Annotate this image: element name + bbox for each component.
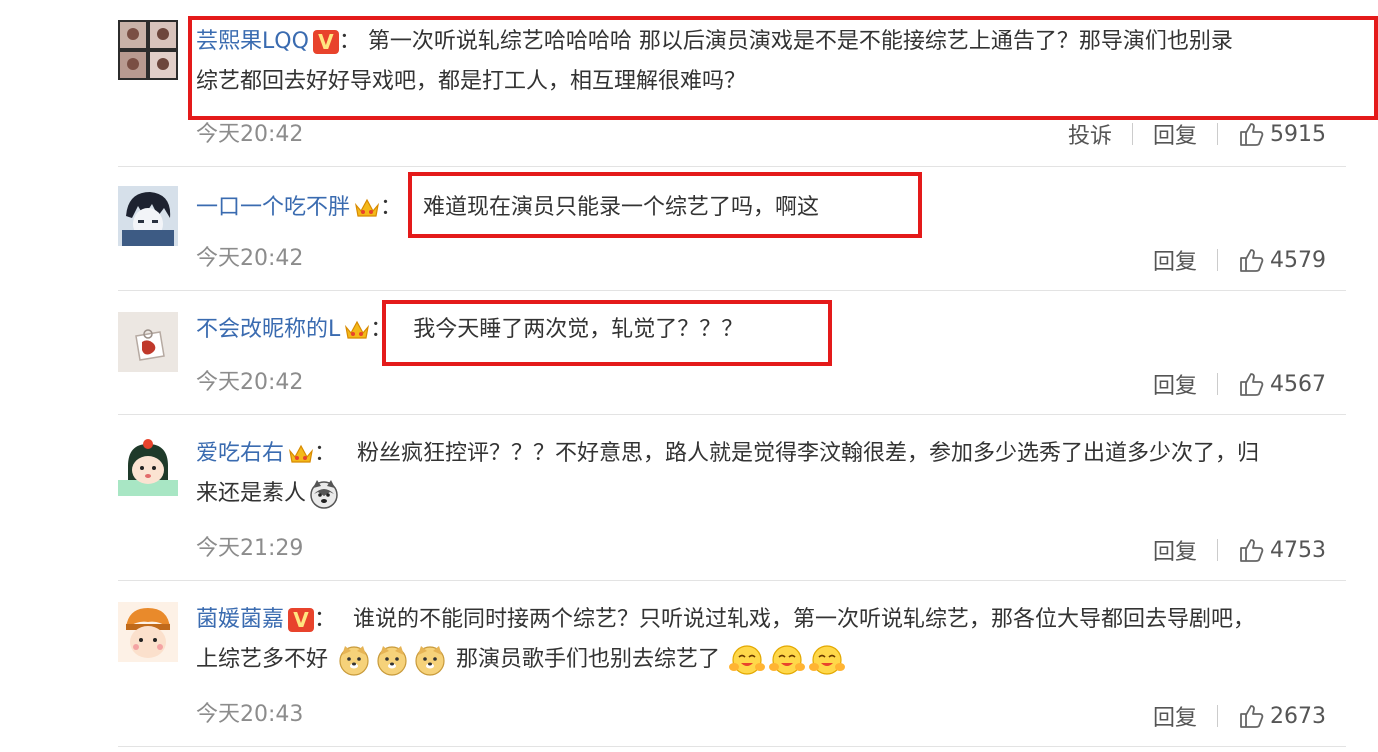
- crown-icon: [345, 320, 370, 339]
- avatar[interactable]: [118, 186, 178, 246]
- like-count: 4579: [1270, 247, 1326, 273]
- avatar[interactable]: [118, 602, 178, 662]
- separator: [1217, 123, 1218, 145]
- like-button[interactable]: 5915: [1238, 121, 1326, 147]
- timestamp: 今天20:43: [196, 702, 304, 727]
- crown-icon: [355, 198, 380, 217]
- husky-emoji-icon: [310, 480, 338, 509]
- separator: [1217, 539, 1218, 561]
- hug-emoji-icon: [769, 645, 806, 675]
- doge-emoji-icon: [415, 646, 445, 676]
- username-link[interactable]: 不会改昵称的L: [196, 317, 340, 342]
- avatar[interactable]: [118, 436, 178, 496]
- divider: [118, 414, 1346, 415]
- like-button[interactable]: 4753: [1238, 537, 1326, 563]
- username-link[interactable]: 一口一个吃不胖: [196, 195, 350, 220]
- comment-text: 谁说的不能同时接两个综艺？只听说过轧戏，第一次听说轧综艺，那各位大导都回去导剧吧…: [353, 607, 1256, 632]
- colon: ：: [314, 441, 337, 466]
- comment-text: 粉丝疯狂控评？？？不好意思，路人就是觉得李汶翰很差，参加多少选秀了出道多少次了，…: [357, 441, 1260, 466]
- thumbs-up-icon: [1240, 123, 1264, 146]
- comment-body: 菌媛菌嘉 V： 谁说的不能同时接两个综艺？只听说过轧戏，第一次听说轧综艺，那各位大…: [196, 600, 1255, 680]
- like-button[interactable]: 4567: [1238, 371, 1326, 397]
- highlight-box: [382, 300, 832, 366]
- verified-icon: V: [288, 608, 315, 632]
- thumbs-up-icon: [1240, 539, 1264, 562]
- thumbs-up-icon: [1240, 705, 1264, 728]
- username-link[interactable]: 菌媛菌嘉: [196, 607, 284, 632]
- colon: ：: [314, 607, 337, 632]
- comment-actions: 回复 4567: [1153, 368, 1326, 400]
- reply-button[interactable]: 回复: [1153, 368, 1197, 400]
- comment-body: 爱吃右右 ： 粉丝疯狂控评？？？不好意思，路人就是觉得李汶翰很差，参加多少选秀了出…: [196, 434, 1259, 514]
- thumbs-up-icon: [1240, 249, 1264, 272]
- doge-emoji-icon: [377, 646, 407, 676]
- colon: ：: [380, 195, 403, 220]
- comment-actions: 回复 2673: [1153, 700, 1326, 732]
- timestamp: 今天21:29: [196, 536, 304, 561]
- divider: [118, 746, 1346, 747]
- timestamp: 今天20:42: [196, 246, 304, 271]
- reply-button[interactable]: 回复: [1153, 534, 1197, 566]
- divider: [118, 290, 1346, 291]
- separator: [1217, 249, 1218, 271]
- comment-actions: 回复 4579: [1153, 244, 1326, 276]
- username-link[interactable]: 爱吃右右: [196, 441, 284, 466]
- comment-text-cont: 上综艺多不好: [196, 647, 329, 672]
- like-count: 4753: [1270, 537, 1326, 563]
- separator: [1131, 123, 1133, 145]
- separator: [1217, 373, 1218, 395]
- comment-text-cont: 来还是素人: [196, 481, 307, 506]
- doge-emoji-icon: [339, 646, 369, 676]
- reply-button[interactable]: 回复: [1153, 118, 1197, 150]
- divider: [118, 166, 1346, 167]
- separator: [1217, 705, 1218, 727]
- like-button[interactable]: 2673: [1238, 703, 1326, 729]
- like-count: 5915: [1270, 121, 1326, 147]
- like-count: 2673: [1270, 703, 1326, 729]
- comment-actions: 回复 4753: [1153, 534, 1326, 566]
- like-count: 4567: [1270, 371, 1326, 397]
- comment-actions: 投诉 回复 5915: [1068, 118, 1326, 150]
- divider: [118, 580, 1346, 581]
- crown-icon: [289, 444, 314, 463]
- thumbs-up-icon: [1240, 373, 1264, 396]
- hug-emoji-icon: [809, 645, 846, 675]
- report-button[interactable]: 投诉: [1068, 118, 1112, 150]
- highlight-box: [188, 16, 1378, 120]
- comment-text-cont2: 那演员歌手们也别去综艺了: [456, 647, 721, 672]
- reply-button[interactable]: 回复: [1153, 244, 1197, 276]
- avatar[interactable]: [118, 312, 178, 372]
- highlight-box: [408, 172, 922, 238]
- timestamp: 今天20:42: [196, 122, 304, 147]
- hug-emoji-icon: [729, 645, 766, 675]
- reply-button[interactable]: 回复: [1153, 700, 1197, 732]
- like-button[interactable]: 4579: [1238, 247, 1326, 273]
- avatar[interactable]: [118, 20, 178, 80]
- timestamp: 今天20:42: [196, 370, 304, 395]
